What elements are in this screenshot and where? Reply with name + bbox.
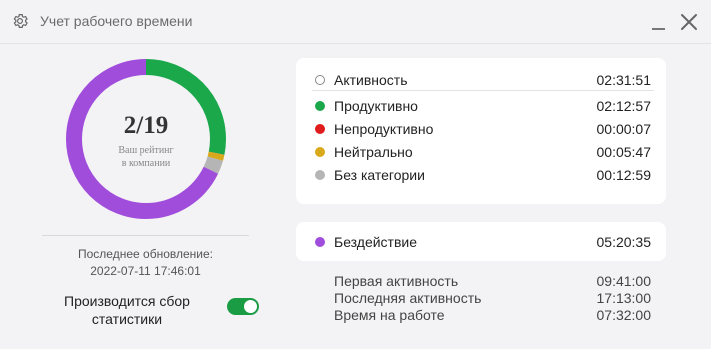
category-value: 00:05:47 [596, 144, 652, 160]
collecting-stats-line1: Производится сбор [64, 293, 190, 309]
summary-row-first-activity: Первая активность 09:41:00 [315, 273, 651, 291]
category-row-neutral: Нейтрально 00:05:47 [315, 142, 651, 162]
idle-row: Бездействие 05:20:35 [315, 232, 651, 252]
activity-card: Активность 02:31:51 Продуктивно 02:12:57… [296, 58, 666, 204]
category-row-productive: Продуктивно 02:12:57 [315, 96, 651, 116]
activity-total-label: Активность [334, 72, 408, 88]
category-value: 02:12:57 [596, 98, 652, 114]
category-value: 00:12:59 [596, 167, 652, 183]
last-update-datetime: 2022-07-11 17:46:01 [90, 264, 201, 278]
window-title: Учет рабочего времени [40, 13, 193, 29]
activity-total-row: Активность 02:31:51 [315, 70, 651, 90]
rating-rank: 2/19 [123, 112, 169, 139]
rating-caption-line1: Ваш рейтинг [118, 145, 174, 156]
title-bar: Учет рабочего времени [0, 0, 711, 44]
last-update-label: Последнее обновление: [78, 247, 213, 261]
rating-caption-line2: в компании [121, 158, 171, 169]
gear-icon[interactable] [11, 12, 29, 30]
category-row-uncategorized: Без категории 00:12:59 [315, 165, 651, 185]
category-value: 00:00:07 [596, 121, 652, 137]
unproductive-dot-icon [315, 124, 325, 134]
summary-value: 07:32:00 [596, 307, 652, 323]
minimize-button[interactable] [650, 12, 668, 32]
summary-value: 17:13:00 [596, 290, 652, 306]
category-label: Без категории [334, 167, 425, 183]
category-label: Непродуктивно [334, 121, 434, 137]
close-icon[interactable] [679, 12, 699, 32]
category-row-unproductive: Непродуктивно 00:00:07 [315, 119, 651, 139]
idle-card: Бездействие 05:20:35 [296, 222, 666, 261]
summary-label: Время на работе [334, 307, 445, 323]
activity-dot-icon [315, 75, 325, 85]
summary-label: Последняя активность [334, 290, 482, 306]
summary-label: Первая активность [334, 273, 459, 289]
rating-caption: Ваш рейтинг в компании [92, 144, 200, 170]
idle-label: Бездействие [334, 234, 418, 250]
uncategorized-dot-icon [315, 170, 325, 180]
collecting-stats-toggle[interactable] [227, 298, 259, 315]
divider [42, 235, 249, 236]
idle-value: 05:20:35 [596, 234, 652, 250]
collecting-stats-line2: статистики [91, 311, 163, 327]
summary-row-time-at-work: Время на работе 07:32:00 [315, 307, 651, 325]
summary-row-last-activity: Последняя активность 17:13:00 [315, 290, 651, 308]
activity-separator [312, 90, 654, 91]
activity-total-value: 02:31:51 [596, 72, 652, 88]
toggle-knob [244, 300, 257, 313]
category-label: Продуктивно [334, 98, 418, 114]
summary-value: 09:41:00 [596, 273, 652, 289]
collecting-stats-label: Производится сбор статистики [48, 292, 206, 328]
productive-dot-icon [315, 101, 325, 111]
category-label: Нейтрально [334, 144, 413, 160]
idle-dot-icon [315, 237, 325, 247]
neutral-dot-icon [315, 147, 325, 157]
